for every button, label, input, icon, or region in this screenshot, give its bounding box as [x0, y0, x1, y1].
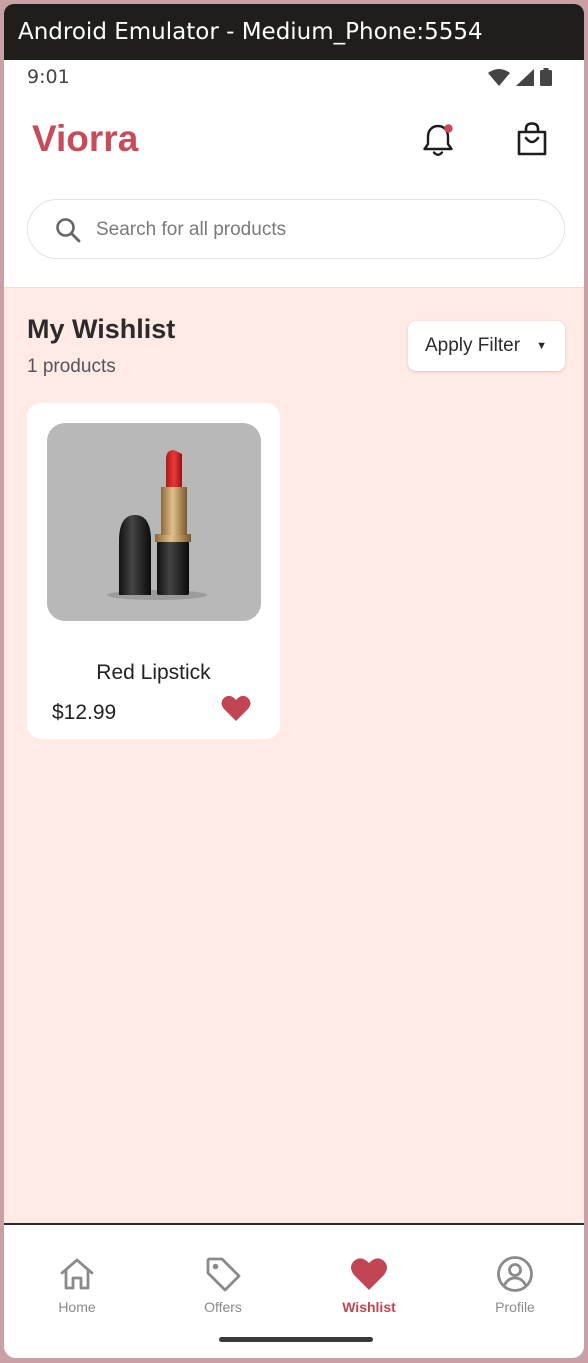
signal-icon — [516, 69, 534, 86]
nav-item-wishlist[interactable]: Wishlist — [314, 1255, 424, 1325]
product-name[interactable]: Red Lipstick — [27, 661, 280, 685]
nav-label-home: Home — [58, 1299, 96, 1315]
search-input[interactable] — [96, 214, 536, 246]
window-title: Android Emulator - Medium_Phone:5554 — [18, 19, 483, 45]
nav-label-offers: Offers — [204, 1299, 242, 1315]
wifi-icon — [488, 69, 510, 86]
app-header: 9:01 Viorra — [4, 60, 584, 288]
caret-down-icon: ▼ — [536, 340, 547, 352]
status-icons — [488, 68, 552, 86]
red-lipstick-product-image — [107, 450, 207, 600]
heart-icon[interactable] — [221, 694, 251, 722]
notification-dot — [444, 124, 453, 133]
cart-button[interactable] — [512, 120, 552, 160]
app-logo[interactable]: Viorra — [32, 118, 138, 160]
search-bar[interactable] — [27, 199, 565, 259]
notifications-button[interactable] — [418, 120, 458, 160]
home-indicator[interactable] — [219, 1337, 373, 1342]
status-time: 9:01 — [27, 66, 70, 88]
home-icon — [60, 1258, 94, 1290]
product-image[interactable] — [47, 423, 261, 621]
nav-item-offers[interactable]: Offers — [168, 1255, 278, 1325]
nav-item-home[interactable]: Home — [22, 1255, 132, 1325]
product-price: $12.99 — [52, 701, 117, 724]
page-title: My Wishlist — [27, 314, 176, 344]
emulator-title-bar: Android Emulator - Medium_Phone:5554 — [4, 4, 584, 60]
heart-icon — [351, 1258, 387, 1290]
nav-label-wishlist: Wishlist — [342, 1299, 396, 1315]
search-icon — [56, 218, 81, 243]
status-bar: 9:01 — [4, 60, 584, 94]
phone-screen: 9:01 Viorra Search for all products My W… — [4, 60, 584, 1358]
nav-item-profile[interactable]: Profile — [460, 1255, 570, 1325]
apply-filter-button[interactable]: Apply Filter ▼ — [408, 321, 565, 371]
product-count: 1 products — [27, 356, 116, 377]
shopping-bag-icon — [517, 122, 547, 156]
bell-icon — [423, 124, 453, 156]
apply-filter-label: Apply Filter — [425, 335, 521, 356]
product-card[interactable]: Red Lipstick $12.99 — [27, 403, 280, 739]
tag-icon — [206, 1257, 241, 1292]
user-circle-icon — [497, 1256, 533, 1292]
nav-label-profile: Profile — [495, 1299, 535, 1315]
battery-icon — [540, 68, 552, 86]
